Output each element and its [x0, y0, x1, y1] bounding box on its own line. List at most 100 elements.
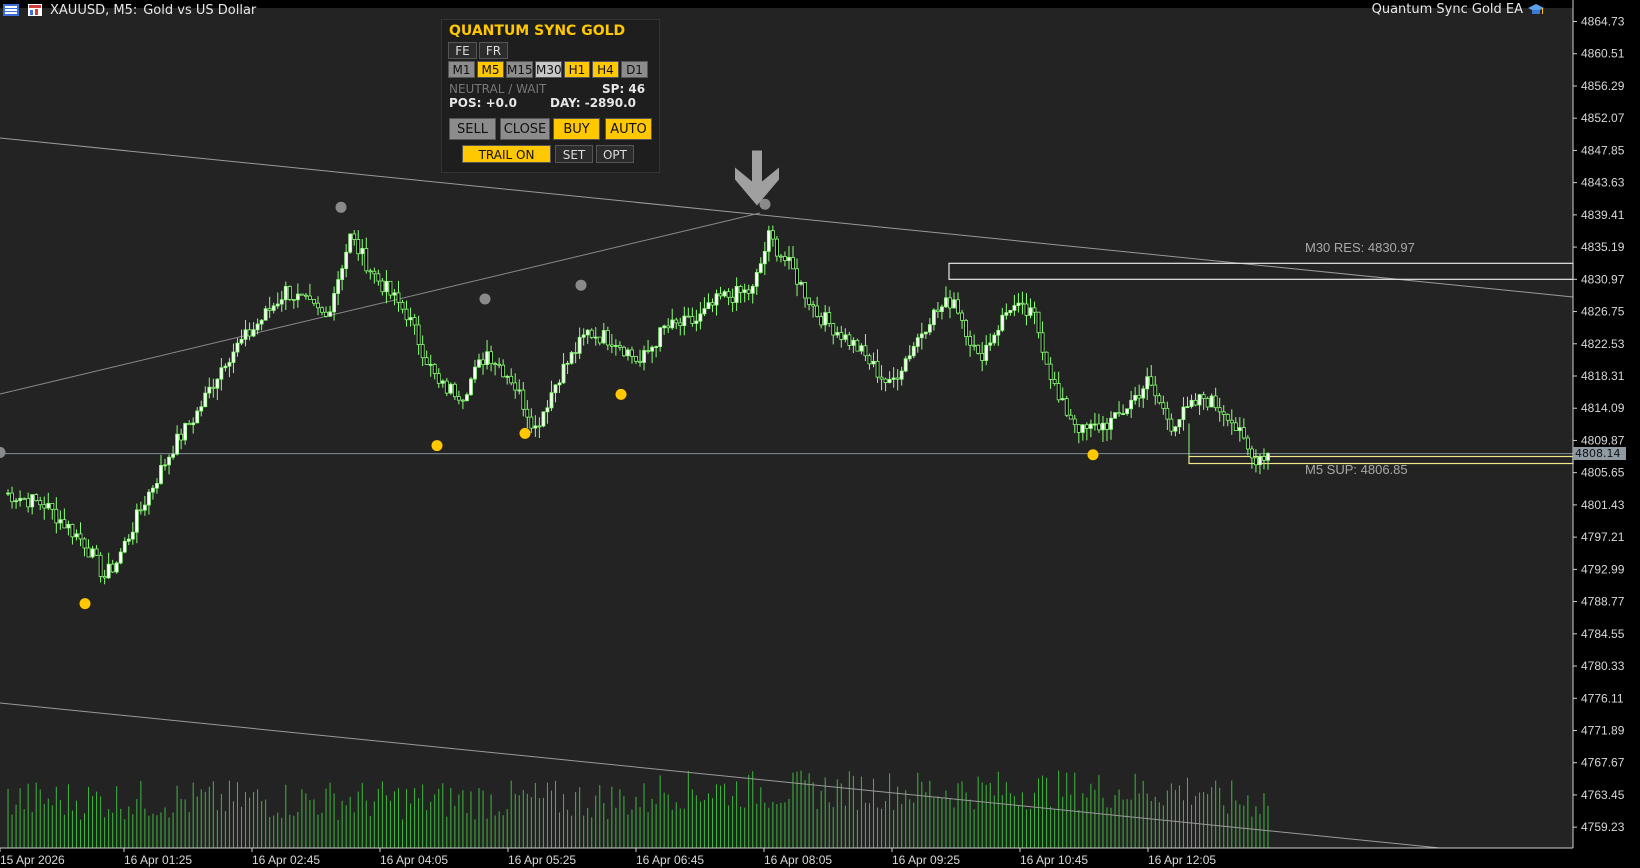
candle-body [1254, 457, 1258, 466]
candle-body [6, 492, 10, 495]
sell-button[interactable]: SELL [449, 118, 496, 140]
candle-body [726, 291, 731, 298]
candle-body [533, 425, 538, 429]
buy-signal-dot [79, 598, 91, 610]
candle-body [396, 292, 401, 303]
y-tick-label: 4788.77 [1581, 595, 1625, 609]
candle-body [863, 345, 868, 357]
candle-body [489, 351, 493, 365]
candle-body [1036, 311, 1041, 334]
candle-body [477, 359, 481, 368]
trade-panel: QUANTUM SYNC GOLD FE FR M1 M5 M15 M30 H1 H4 D1… [441, 19, 660, 173]
candle-body [1225, 414, 1230, 421]
candle-body [1052, 379, 1057, 384]
y-tick-label: 4856.29 [1581, 79, 1625, 93]
candle-body [622, 346, 626, 357]
candle-body [670, 319, 675, 329]
candle-body [227, 362, 232, 367]
candle-body [312, 299, 316, 304]
candle-body [553, 384, 558, 394]
candle-body [98, 554, 103, 577]
settings-button[interactable]: SET [555, 145, 593, 163]
candle-body [356, 239, 361, 255]
timeframe-h4-button[interactable]: H4 [592, 61, 619, 78]
candle-body [521, 389, 526, 410]
timeframe-d1-button[interactable]: D1 [621, 61, 648, 78]
y-tick-label: 4805.65 [1581, 466, 1625, 480]
options-button[interactable]: OPT [596, 145, 634, 163]
candle-body [831, 323, 836, 336]
candle-body [742, 289, 747, 293]
candle-body [352, 233, 357, 240]
candle-body [1040, 332, 1045, 353]
timeframe-m15-button[interactable]: M15 [506, 61, 533, 78]
candle-body [364, 248, 369, 272]
auto-button[interactable]: AUTO [605, 118, 652, 140]
candle-body [899, 370, 904, 380]
candle-body [1125, 408, 1130, 415]
candle-body [895, 377, 900, 380]
candle-body [14, 500, 18, 503]
candle-body [118, 551, 123, 564]
candle-body [167, 456, 171, 466]
candle-body [340, 268, 345, 280]
candle-body [915, 337, 920, 347]
candle-body [1064, 398, 1069, 416]
candle-body [662, 325, 667, 329]
candle-body [1044, 351, 1049, 365]
lang-fe-button[interactable]: FE [448, 42, 477, 59]
candle-body [944, 297, 948, 308]
x-tick-label: 16 Apr 02:45 [252, 853, 320, 867]
trail-toggle-button[interactable]: TRAIL ON [462, 145, 551, 163]
candle-body [835, 332, 840, 336]
candle-body [807, 297, 811, 305]
timeframe-m5-button[interactable]: M5 [477, 61, 504, 78]
candle-body [750, 285, 755, 294]
chart-list-icon[interactable] [2, 3, 20, 17]
candle-body [795, 268, 799, 285]
candle-body [267, 308, 272, 311]
candle-body [469, 378, 473, 396]
candle-body [231, 351, 236, 363]
timeframe-m30-button[interactable]: M30 [535, 61, 562, 78]
candle-body [702, 308, 707, 315]
candle-body [847, 334, 852, 346]
candle-body [779, 255, 783, 258]
candle-body [102, 576, 107, 579]
symbol-description: Gold vs US Dollar [143, 2, 257, 18]
candle-body [440, 380, 445, 384]
symbol-label: XAUUSD, M5: [50, 2, 138, 18]
candle-body [597, 336, 602, 344]
candle-body [183, 423, 188, 441]
price-chart[interactable]: 4864.73 4860.51 4856.29 4852.07 4847.85 4843.… [0, 0, 1640, 868]
candle-body [819, 316, 824, 326]
candle-body [191, 422, 196, 426]
candle-body [308, 295, 312, 300]
candle-body [799, 282, 803, 285]
candle-body [348, 233, 353, 253]
day-pnl-value: DAY: -2890.0 [550, 96, 637, 110]
candle-body [1165, 407, 1170, 420]
candle-body [452, 383, 457, 398]
candle-body [26, 498, 31, 508]
candle-body [787, 257, 791, 261]
candle-body [577, 336, 582, 354]
candle-body [461, 399, 465, 402]
close-button[interactable]: CLOSE [500, 118, 550, 140]
buy-button[interactable]: BUY [553, 118, 600, 140]
expert-advisor-label[interactable]: Quantum Sync Gold EA [1372, 2, 1544, 17]
y-tick-label: 4792.99 [1581, 562, 1625, 576]
candle-body [1024, 303, 1029, 316]
lang-fr-button[interactable]: FR [479, 42, 508, 59]
candle-body [18, 498, 23, 502]
y-tick-label: 4839.41 [1581, 208, 1625, 222]
candle-body [537, 425, 542, 428]
candle-body [243, 329, 248, 340]
x-tick-label: 15 Apr 2026 [0, 853, 65, 867]
candle-body [1201, 394, 1206, 399]
timeframe-h1-button[interactable]: H1 [564, 61, 590, 78]
candle-body [783, 256, 787, 261]
candle-body [90, 548, 95, 558]
timeframe-m1-button[interactable]: M1 [448, 61, 475, 78]
chart-window-icon[interactable] [26, 3, 44, 17]
